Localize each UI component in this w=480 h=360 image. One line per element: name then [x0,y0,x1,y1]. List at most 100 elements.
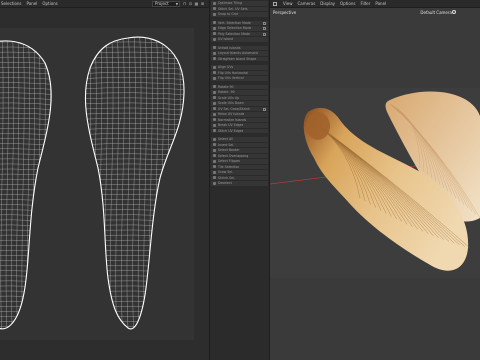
tool-icon [213,26,216,30]
tool-icon [213,148,216,152]
tool-label: Scale UVs Up [218,95,240,100]
lock-icon[interactable]: ⊓ [182,1,187,7]
tool-icon [213,159,216,163]
tool-icon [213,170,216,174]
tool-button[interactable]: Deselect [211,181,268,187]
tool-icon [213,176,216,180]
chevron-down-icon: ▼ [175,2,178,6]
tool-icon [213,101,216,105]
viewport-menu-view[interactable]: View [283,1,293,6]
viewport-scene-svg [270,88,480,278]
align-icon[interactable]: ⊡ [188,1,193,7]
camera-label[interactable]: Default Camera [420,10,452,15]
uv-tool-panel: Optimize Tiling Stitch Sel. UV Sets Snap t… [209,0,270,360]
3d-viewport[interactable]: View Cameras Display Options Filter Pane… [270,0,480,360]
viewport-menu-options[interactable]: Options [340,1,355,6]
tool-button[interactable]: UV Island [211,37,268,43]
viewport-menu-filter[interactable]: Filter [360,1,370,6]
tool-group: Optimize Tiling Stitch Sel. UV Sets Snap t… [211,1,268,18]
tool-button[interactable]: Stitch UV Edges [211,128,268,134]
tool-icon [213,46,216,50]
tool-label: Vert. Selection Mode [218,20,251,25]
view-label: Perspective [273,10,297,15]
tool-group: Rotate 90 Rotate -90 Scale UVs Up Scale UVs… [211,84,268,134]
tool-icon [213,129,216,133]
tool-icon [213,32,216,36]
tool-icon [213,7,216,11]
tool-label: Optimize Tiling [218,1,242,6]
tool-label: Select All [218,137,233,142]
projection-dropdown[interactable]: Project ▼ [152,1,180,7]
tool-icon [213,143,216,147]
tool-icon [213,181,216,185]
tool-option-checkbox[interactable] [263,32,266,36]
tool-button[interactable]: Flip UVs Vertical [211,76,268,82]
viewport-layout-icon[interactable] [273,1,277,6]
tool-icon [213,1,216,5]
tool-icon [213,85,216,89]
tool-icon [213,57,216,61]
uv-toolbar: ⊓ ⊡ ▦ ⊞ [182,1,206,7]
uv-menu-options[interactable]: Options [42,1,57,6]
tool-label: Tile Selection [218,164,240,169]
tool-label: Normalize Islands [218,117,247,122]
uv-menu-panel[interactable]: Panel [27,1,38,6]
uv-menu-selections[interactable]: Selections [1,1,22,6]
tool-label: Deselect [218,181,232,186]
tool-label: UV Sel. Grow/Shrink [218,106,250,111]
tool-label: Break UV Edges [218,123,244,128]
tool-icon [213,51,216,55]
tool-label: Select Flipped [218,159,241,164]
tool-label: UV Island [218,37,234,42]
fit-icon[interactable]: ⊞ [200,1,205,7]
tool-group: Align UVs Flip UVs Horizontal Flip UVs Ver… [211,65,268,82]
tool-icon [213,118,216,122]
tool-option-checkbox[interactable] [263,107,266,111]
tool-label: Scale UVs Down [218,101,244,106]
tool-icon [213,90,216,94]
tool-label: Grow Sel. [218,170,234,175]
tool-label: Flip UVs Vertical [218,76,244,81]
tool-label: Snap to Grid [218,12,238,17]
tool-icon [213,137,216,141]
tool-label: Edge Selection Mode [218,26,252,31]
tool-icon [213,154,216,158]
tool-icon [213,71,216,75]
tool-option-checkbox[interactable] [263,27,266,30]
projection-value: Project [155,1,169,6]
seed-nutlet [306,112,330,140]
viewport-menu-display[interactable]: Display [320,1,335,6]
tool-button[interactable]: Snap to Grid [211,12,268,18]
tool-icon [213,165,216,169]
tool-label: Select Overlapping [218,153,249,158]
viewport-canvas[interactable] [270,8,480,360]
uv-editor-panel: Selections Panel Options Project ▼ ⊓ ⊡ ▦… [0,0,209,360]
tool-button[interactable]: Straighten Island Shape [211,56,268,62]
tool-label: Rotate -90 [218,90,235,95]
tool-label: Stitch UV Edges [218,128,244,133]
tool-label: Shrink Sel. [218,175,236,180]
grid-icon[interactable]: ▦ [194,1,199,7]
tool-icon [213,123,216,127]
viewport-menu-cameras[interactable]: Cameras [298,1,316,6]
tool-group: Unfold Islands Layout Islands Automatic St… [211,45,268,62]
tool-icon [213,12,216,16]
tool-label: Rotate 90 [218,84,234,89]
tool-icon [213,65,216,69]
camera-icon[interactable] [452,10,456,14]
tool-option-checkbox[interactable] [263,21,266,25]
tool-label: Select Border [218,148,240,153]
tool-label: Stitch Sel. UV Sets [218,6,248,11]
tool-label: Align UVs [218,65,234,70]
tool-icon [213,21,216,25]
tool-icon [213,76,216,80]
uv-canvas[interactable] [0,8,209,360]
tool-label: Unfold Islands [218,45,241,50]
tool-label: Layout Islands Automatic [218,51,259,56]
viewport-menu-panel[interactable]: Panel [375,1,386,6]
tool-label: Invert Sel. [218,142,235,147]
tool-group: Vert. Selection Mode Edge Selection Mode P… [211,20,268,43]
uv-layout-svg [0,28,194,340]
tool-group: Select All Invert Sel. Select Border Select… [211,137,268,187]
tool-icon [213,96,216,100]
